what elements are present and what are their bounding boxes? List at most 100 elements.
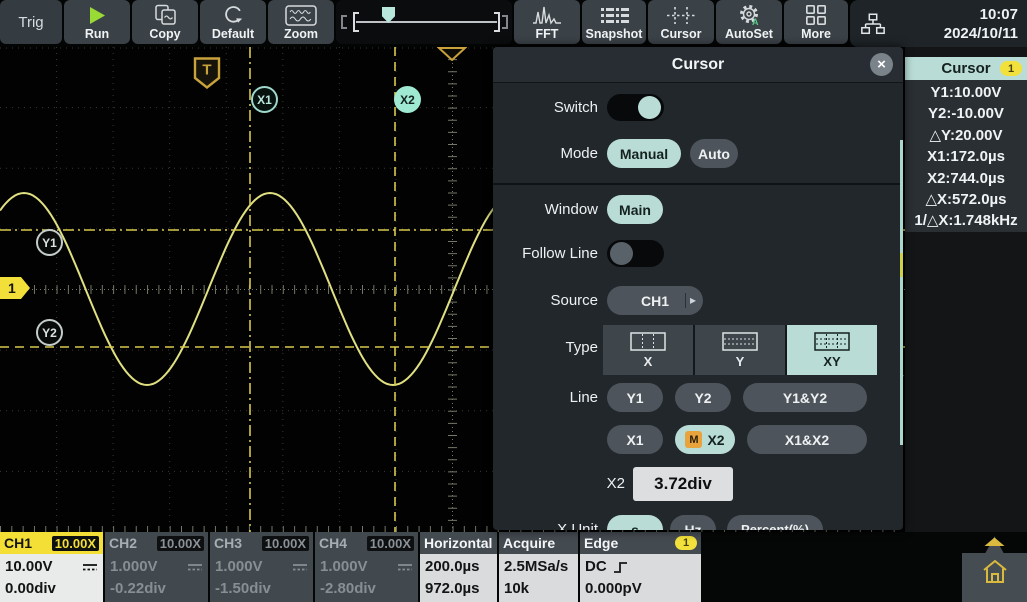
line-y1-button[interactable]: Y1 <box>607 383 663 412</box>
svg-text:A: A <box>752 17 759 26</box>
window-label: Window <box>493 201 598 218</box>
cursor-x2-handle[interactable]: X2 <box>394 86 421 113</box>
snapshot-button[interactable]: Snapshot <box>582 0 646 44</box>
scrollbar-marker <box>900 253 903 277</box>
cursor-results-title: Cursor <box>941 60 990 77</box>
trig-button[interactable]: Trig <box>0 0 62 44</box>
horizontal-position: 972.0µs <box>425 578 492 600</box>
xunit-percent-button[interactable]: Percent(%) <box>727 515 823 530</box>
xunit-s-button[interactable]: s <box>607 515 663 530</box>
run-button[interactable]: Run <box>64 0 130 44</box>
home-icon[interactable] <box>980 556 1010 593</box>
cursor-y2-handle[interactable]: Y2 <box>36 319 63 346</box>
more-button[interactable]: More <box>784 0 848 44</box>
toggle-knob <box>610 242 633 265</box>
ch1-probe-badge: 10.00X <box>52 536 99 551</box>
channel-tile-ch1[interactable]: CH1 10.00X 10.00V 0.00div <box>0 532 103 602</box>
horizontal-tile[interactable]: Horizontal 200.0µs 972.0µs <box>420 532 497 602</box>
line-x1-button[interactable]: X1 <box>607 425 663 454</box>
slider-outer-right-bracket <box>502 15 508 29</box>
acquire-tile[interactable]: Acquire 2.5MSa/s 10k <box>499 532 578 602</box>
close-icon[interactable]: × <box>870 53 893 76</box>
dropdown-caret-icon: ▸ <box>685 293 696 308</box>
zoom-window-icon <box>285 3 317 27</box>
type-segmented-control: X Y XY <box>603 325 877 375</box>
run-label: Run <box>85 27 109 41</box>
ch3-scale: 1.000V <box>215 556 263 578</box>
ch3-probe-badge: 10.00X <box>262 536 309 551</box>
cursor-y1-handle[interactable]: Y1 <box>36 229 63 256</box>
window-main-button[interactable]: Main <box>607 195 663 224</box>
source-label: Source <box>493 292 598 309</box>
cursor-button[interactable]: Cursor <box>648 0 714 44</box>
line-x1x2-button[interactable]: X1&X2 <box>747 425 867 454</box>
type-x-icon <box>630 332 666 354</box>
trigger-level: 0.000pV <box>585 578 696 600</box>
follow-line-toggle[interactable] <box>607 240 664 267</box>
ch2-probe-badge: 10.00X <box>157 536 204 551</box>
source-dropdown[interactable]: CH1 ▸ <box>607 286 703 315</box>
mode-manual-button[interactable]: Manual <box>607 139 681 168</box>
time-text: 10:07 <box>944 5 1018 24</box>
mode-auto-button[interactable]: Auto <box>690 139 738 168</box>
measurement-freq: 1/△X:1.748kHz <box>905 210 1027 231</box>
type-y-button[interactable]: Y <box>695 325 785 375</box>
type-y-icon <box>722 332 758 354</box>
run-icon <box>89 3 106 27</box>
ch3-name: CH3 <box>214 535 242 551</box>
dc-coupling-icon <box>292 562 308 572</box>
cursor-results-header[interactable]: Cursor 1 <box>905 57 1027 80</box>
cursor-count-badge: 1 <box>1000 61 1022 76</box>
zoom-button[interactable]: Zoom <box>268 0 334 44</box>
line-x2-button[interactable]: M X2 <box>675 425 735 454</box>
line-label: Line <box>493 389 598 406</box>
ch1-scale: 10.00V <box>5 556 53 578</box>
x2-value-field[interactable]: 3.72div <box>633 467 733 501</box>
ch4-offset: -2.80div <box>320 578 413 600</box>
default-button[interactable]: Default <box>200 0 266 44</box>
expand-up-chevron-icon[interactable] <box>984 534 1005 552</box>
channel-tile-ch4[interactable]: CH4 10.00X 1.000V -2.80div <box>315 532 418 602</box>
toggle-knob <box>638 96 661 119</box>
horizontal-trigger-position-marker[interactable] <box>437 47 467 66</box>
ch1-name: CH1 <box>4 535 32 551</box>
ch4-probe-badge: 10.00X <box>367 536 414 551</box>
dialog-scrollbar[interactable] <box>900 140 903 445</box>
xunit-hz-button[interactable]: Hz <box>670 515 716 530</box>
xunit-label: X Unit <box>493 521 598 530</box>
fft-button[interactable]: FFT <box>514 0 580 44</box>
ch2-offset: -0.22div <box>110 578 203 600</box>
autoset-button[interactable]: A AutoSet <box>716 0 782 44</box>
snapshot-label: Snapshot <box>586 27 643 41</box>
type-xy-icon <box>814 332 850 354</box>
copy-icon <box>153 3 178 27</box>
horizontal-title: Horizontal <box>424 535 492 551</box>
dc-coupling-icon <box>82 562 98 572</box>
dc-coupling-icon <box>187 562 203 572</box>
measurement-dx: △X:572.0µs <box>905 189 1027 210</box>
cursor-label: Cursor <box>661 27 702 41</box>
quick-menu-corner <box>962 532 1027 602</box>
type-x-button[interactable]: X <box>603 325 693 375</box>
trigger-flag-marker[interactable]: T <box>193 57 221 94</box>
ch4-scale: 1.000V <box>320 556 368 578</box>
default-reset-icon <box>222 3 244 27</box>
horizontal-position-slider[interactable] <box>336 0 512 44</box>
datetime: 10:07 2024/10/11 <box>944 5 1027 43</box>
slider-inner-right-bracket <box>494 12 500 32</box>
line-y1y2-button[interactable]: Y1&Y2 <box>743 383 867 412</box>
trigger-tile[interactable]: Edge 1 DC 0.000pV <box>580 532 701 602</box>
fft-spectrum-icon <box>532 3 562 27</box>
fft-label: FFT <box>536 27 559 41</box>
copy-button[interactable]: Copy <box>132 0 198 44</box>
trigger-title: Edge <box>584 535 618 551</box>
cursor-switch-toggle[interactable] <box>607 94 664 121</box>
cursor-x1-handle[interactable]: X1 <box>251 86 278 113</box>
trigger-coupling: DC <box>585 556 607 578</box>
type-xy-button[interactable]: XY <box>787 325 877 375</box>
channel-tile-ch2[interactable]: CH2 10.00X 1.000V -0.22div <box>105 532 208 602</box>
memory-depth: 10k <box>504 578 573 600</box>
channel-tile-ch3[interactable]: CH3 10.00X 1.000V -1.50div <box>210 532 313 602</box>
type-xy-label: XY <box>823 355 840 368</box>
line-y2-button[interactable]: Y2 <box>675 383 731 412</box>
